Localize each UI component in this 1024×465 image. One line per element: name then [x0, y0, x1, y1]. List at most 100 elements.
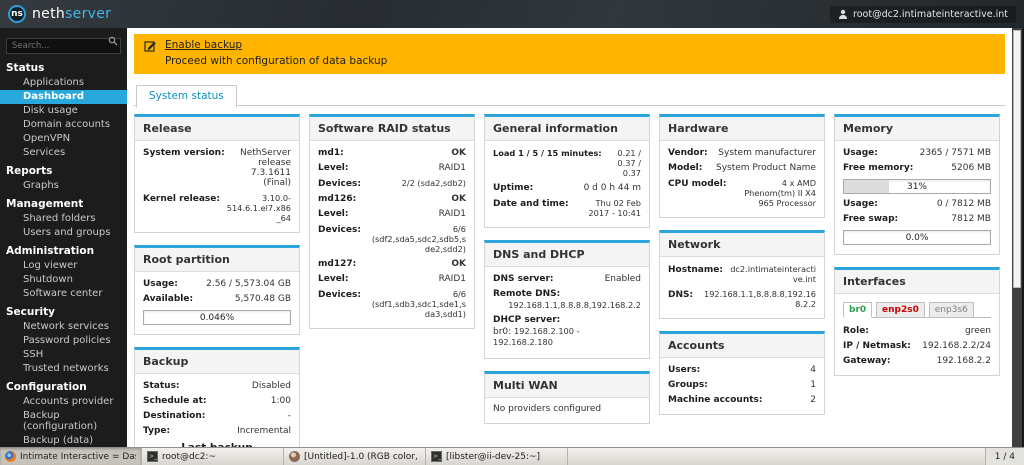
page-scrollbar[interactable]: [1012, 28, 1022, 447]
row-value: 192.168.1.1,8.8.8.8,192.168.2.2: [704, 288, 816, 309]
row-value: 6/6 (sdf2,sda5,sdc2,sdb5,sde2,sdd2): [371, 223, 466, 254]
row-value: 6/6 (sdf1,sdb3,sdc1,sde1,sda3,sdd1): [371, 288, 466, 319]
row-users: Users: 4: [668, 362, 816, 377]
sidebar-item-users-and-groups[interactable]: Users and groups: [0, 226, 127, 240]
interface-tab-enp3s6[interactable]: enp3s6: [928, 302, 974, 318]
row-model: Model: System Product Name: [668, 160, 816, 175]
sidebar-item-shared-folders[interactable]: Shared folders: [0, 212, 127, 226]
sidebar-item-backup-data[interactable]: Backup (data): [0, 434, 127, 447]
taskbar-window-terminal-libster[interactable]: >_ [libster@ii-dev-25:~]: [426, 448, 568, 465]
nethserver-logo[interactable]: ns nethserver: [8, 5, 111, 23]
row-value: 2365 / 7571 MB: [919, 147, 991, 158]
row-label: Level:: [318, 208, 349, 219]
row-value: 7812 MB: [951, 213, 991, 224]
row-groups: Groups: 1: [668, 377, 816, 392]
dhcp-server-label: DHCP server:: [493, 315, 561, 325]
row-md127-level: Level: RAID1: [318, 271, 466, 286]
multi-wan-message: No providers configured: [493, 404, 602, 414]
row-label: Free memory:: [843, 162, 914, 173]
interface-tab-enp2s0[interactable]: enp2s0: [876, 302, 925, 318]
bar-label: 0.046%: [199, 313, 235, 323]
sidebar-item-trusted-networks[interactable]: Trusted networks: [0, 362, 127, 376]
row-value: NethServer release 7.3.1611 (Final): [239, 147, 291, 188]
sidebar-item-disk-usage[interactable]: Disk usage: [0, 104, 127, 118]
panel-title: Release: [135, 117, 299, 141]
sidebar-item-openvpn[interactable]: OpenVPN: [0, 132, 127, 146]
row-label: Type:: [143, 425, 171, 436]
logged-in-user-menu[interactable]: root@dc2.intimateinteractive.int: [830, 5, 1016, 23]
row-label: DNS server:: [493, 273, 554, 284]
row-value: 4: [810, 364, 816, 375]
enable-backup-link[interactable]: Enable backup: [165, 39, 387, 52]
row-value: 0.21 / 0.37 / 0.37: [617, 147, 641, 178]
row-value: dc2.intimateinteractive.int: [730, 263, 816, 284]
tab-system-status[interactable]: System status: [136, 85, 237, 108]
search-input[interactable]: [6, 38, 121, 54]
bar-label: 31%: [906, 182, 927, 192]
sidebar-item-shutdown[interactable]: Shutdown: [0, 273, 127, 287]
panel-backup: Backup Status: Disabled Schedule at: 1:0…: [134, 347, 300, 447]
sidebar-item-domain-accounts[interactable]: Domain accounts: [0, 118, 127, 132]
taskbar-window-browser[interactable]: Intimate Interactive = Dashboard ...: [0, 448, 142, 465]
panel-accounts: Accounts Users: 4 Groups: 1 Machine acco…: [659, 331, 825, 415]
window-title: Intimate Interactive = Dashboard ...: [20, 451, 136, 462]
row-kernel-release: Kernel release: 3.10.0-514.6.1.el7.x86_6…: [143, 190, 291, 225]
sidebar-item-services[interactable]: Services: [0, 146, 127, 160]
main-content: Enable backup Proceed with configuration…: [127, 28, 1012, 447]
sidebar-section-reports: Reports: [6, 165, 53, 177]
taskbar-window-gimp[interactable]: [Untitled]-1.0 (RGB color, 1 layer...: [284, 448, 426, 465]
column-1: Release System version: NethServer relea…: [134, 114, 300, 447]
sidebar-item-password-policies[interactable]: Password policies: [0, 334, 127, 348]
sidebar: Status Applications Dashboard Disk usage…: [0, 28, 127, 447]
panel-dns-and-dhcp: DNS and DHCP DNS server: Enabled Remote …: [484, 240, 650, 359]
terminal-icon: >_: [147, 451, 158, 462]
row-label: Usage:: [143, 278, 178, 289]
row-label: Level:: [318, 162, 349, 173]
sidebar-section-security: Security: [6, 306, 56, 318]
sidebar-item-ssh[interactable]: SSH: [0, 348, 127, 362]
sidebar-item-graphs[interactable]: Graphs: [0, 179, 127, 193]
panel-title: Hardware: [660, 117, 824, 141]
sidebar-item-dashboard[interactable]: Dashboard: [0, 90, 127, 104]
sidebar-item-accounts-provider[interactable]: Accounts provider: [0, 395, 127, 409]
row-label: Free swap:: [843, 213, 899, 224]
sidebar-item-backup-configuration[interactable]: Backup (configuration): [0, 409, 127, 434]
workspace-pager[interactable]: 1 / 4: [984, 448, 1024, 465]
panel-title: Memory: [835, 117, 999, 141]
row-label: Schedule at:: [143, 395, 207, 406]
row-label: Status:: [143, 380, 180, 391]
row-label: Usage:: [843, 147, 878, 158]
sidebar-item-log-viewer[interactable]: Log viewer: [0, 259, 127, 273]
row-memory-usage: Usage: 2365 / 7571 MB: [843, 145, 991, 160]
raid-status-ok: OK: [451, 147, 466, 158]
row-label: Devices:: [318, 289, 361, 300]
interface-tab-br0[interactable]: br0: [843, 302, 873, 318]
memory-usage-bar: 31%: [843, 179, 991, 194]
row-load: Load 1 / 5 / 15 minutes: 0.21 / 0.37 / 0…: [493, 145, 641, 180]
row-schedule-at: Schedule at: 1:00: [143, 393, 291, 408]
sidebar-section-management: Management: [6, 198, 84, 210]
row-value: 1:00: [270, 395, 291, 406]
panel-title: Interfaces: [835, 270, 999, 294]
dhcp-interface: br0:: [493, 327, 512, 337]
taskbar-window-terminal-root[interactable]: >_ root@dc2:~: [142, 448, 284, 465]
scrollbar-thumb[interactable]: [1013, 30, 1021, 288]
row-label: Devices:: [318, 224, 361, 235]
magnifier-icon[interactable]: [108, 36, 118, 46]
panel-title: Root partition: [135, 248, 299, 272]
row-label: IP / Netmask:: [843, 340, 911, 351]
logo-text: nethserver: [32, 6, 111, 22]
sidebar-item-software-center[interactable]: Software center: [0, 287, 127, 301]
window-title: root@dc2:~: [162, 451, 217, 462]
panel-network: Network Hostname: dc2.intimateinteractiv…: [659, 230, 825, 319]
panel-title: Network: [660, 233, 824, 257]
row-label: Available:: [143, 293, 194, 304]
row-value: Disabled: [251, 380, 291, 391]
panel-multi-wan: Multi WAN No providers configured: [484, 371, 650, 424]
panel-hardware: Hardware Vendor: System manufacturer Mod…: [659, 114, 825, 218]
sidebar-item-network-services[interactable]: Network services: [0, 320, 127, 334]
nethserver-logo-icon: ns: [8, 5, 26, 23]
gimp-icon: [289, 451, 300, 462]
sidebar-item-applications[interactable]: Applications: [0, 76, 127, 90]
panel-title: Backup: [135, 350, 299, 374]
